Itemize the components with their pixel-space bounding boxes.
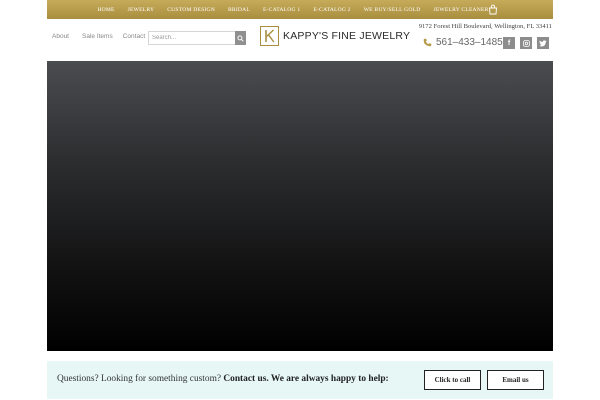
twitter-icon[interactable] xyxy=(537,37,549,49)
logo-mark xyxy=(260,26,279,46)
top-navigation-bar: HOME JEWELRY CUSTOM DESIGN BRIDAL E-CATA… xyxy=(47,0,553,19)
instagram-glyph xyxy=(522,39,530,47)
phone-icon xyxy=(423,38,432,47)
facebook-icon[interactable]: f xyxy=(503,37,515,49)
instagram-icon[interactable] xyxy=(520,37,532,49)
nav-item-home[interactable]: HOME xyxy=(97,7,114,13)
nav-item-jewelry-cleaner[interactable]: JEWELRY CLEANER xyxy=(433,7,488,13)
facebook-glyph: f xyxy=(507,39,511,47)
contact-cta-banner: Questions? Looking for something custom?… xyxy=(47,361,553,399)
phone-link[interactable]: 561–433–1485 xyxy=(423,37,503,48)
nav-item-bridal[interactable]: BRIDAL xyxy=(228,7,250,13)
twitter-glyph xyxy=(539,39,547,46)
social-links: f xyxy=(503,37,549,49)
hero-banner xyxy=(47,61,553,351)
search-icon xyxy=(237,34,244,42)
store-address: 9172 Forest Hill Boulevard, Wellington, … xyxy=(418,23,552,30)
cta-text: Questions? Looking for something custom?… xyxy=(57,374,389,384)
header-links: About Sale Items Contact xyxy=(52,33,145,40)
nav-item-ecatalog-2[interactable]: E-CATALOG 2 xyxy=(313,7,350,13)
click-to-call-button[interactable]: Click to call xyxy=(424,370,481,390)
cta-question: Questions? Looking for something custom? xyxy=(57,374,222,384)
nav-item-custom-design[interactable]: CUSTOM DESIGN xyxy=(167,7,215,13)
nav-item-ecatalog-1[interactable]: E-CATALOG 1 xyxy=(263,7,300,13)
logo[interactable]: KAPPY'S FINE JEWELRY xyxy=(260,26,410,46)
header-link-about[interactable]: About xyxy=(52,33,69,40)
header-link-contact[interactable]: Contact xyxy=(123,33,145,40)
cta-strong-text: Contact us. We are always happy to help: xyxy=(223,374,389,384)
logo-text: KAPPY'S FINE JEWELRY xyxy=(283,30,411,42)
search-input[interactable] xyxy=(149,32,235,44)
email-us-button[interactable]: Email us xyxy=(487,370,544,390)
phone-number: 561–433–1485 xyxy=(436,37,503,48)
top-nav-items: HOME JEWELRY CUSTOM DESIGN BRIDAL E-CATA… xyxy=(97,7,488,13)
header-link-sale-items[interactable]: Sale Items xyxy=(82,33,113,40)
shopping-bag-icon[interactable] xyxy=(488,2,498,15)
nav-item-buy-sell-gold[interactable]: WE BUY/SELL GOLD xyxy=(364,7,421,13)
search-button[interactable] xyxy=(235,31,246,45)
search-box xyxy=(148,31,246,45)
nav-item-jewelry[interactable]: JEWELRY xyxy=(128,7,155,13)
